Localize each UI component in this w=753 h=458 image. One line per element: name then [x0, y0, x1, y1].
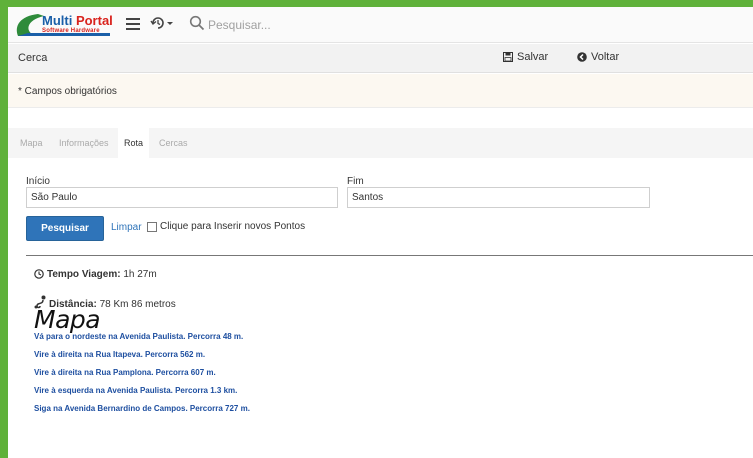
menu-icon[interactable] [126, 18, 140, 30]
start-input[interactable] [26, 187, 338, 208]
search-icon[interactable] [189, 15, 205, 31]
start-label: Início [26, 176, 50, 187]
route-step[interactable]: Vire à esquerda na Avenida Paulista. Per… [34, 386, 250, 404]
logo-title: Multi Portal [42, 13, 113, 28]
page-title: Cerca [18, 52, 48, 64]
end-label: Fim [347, 176, 364, 187]
search-button[interactable]: Pesquisar [26, 216, 104, 241]
logo-tagline: Software Hardware [42, 28, 100, 34]
window-frame-left [0, 0, 8, 458]
travel-time: Tempo Viagem: 1h 27m [34, 269, 157, 280]
insert-points-label: Clique para Inserir novos Pontos [160, 221, 306, 232]
route-step[interactable]: Vá para o nordeste na Avenida Paulista. … [34, 332, 250, 350]
required-fields-alert: * Campos obrigatórios [8, 74, 753, 108]
tab-bar: Mapa Informações Rota Cercas [8, 128, 753, 158]
alert-text: * Campos obrigatórios [18, 86, 117, 97]
tab-cercas[interactable]: Cercas [159, 128, 188, 158]
end-input[interactable] [347, 187, 650, 208]
top-navbar: Multi Portal Software Hardware [8, 7, 753, 43]
tab-rota[interactable]: Rota [118, 128, 150, 158]
window-frame-top [0, 0, 753, 7]
route-step[interactable]: Siga na Avenida Bernardino de Campos. Pe… [34, 404, 250, 422]
map-heading: Mapa [34, 305, 101, 334]
route-step[interactable]: Vire à direita na Rua Pamplona. Percorra… [34, 368, 250, 386]
tab-informacoes[interactable]: Informações [59, 128, 109, 158]
search-input[interactable] [208, 16, 408, 34]
save-button[interactable]: Salvar [503, 51, 548, 63]
multi-portal-logo[interactable]: Multi Portal Software Hardware [14, 12, 114, 38]
floppy-disk-icon [503, 52, 513, 62]
insert-points-checkbox[interactable] [147, 222, 157, 232]
page-titlebar: Cerca Salvar Voltar [8, 44, 753, 73]
section-divider [26, 255, 753, 256]
tab-mapa[interactable]: Mapa [20, 128, 43, 158]
clear-link[interactable]: Limpar [111, 222, 142, 233]
route-step[interactable]: Vire à direita na Rua Itapeva. Percorra … [34, 350, 250, 368]
route-steps-list: Vá para o nordeste na Avenida Paulista. … [34, 332, 250, 422]
back-button[interactable]: Voltar [577, 51, 619, 63]
history-icon[interactable] [150, 15, 174, 34]
clock-icon [34, 269, 44, 279]
circle-arrow-left-icon [577, 52, 587, 62]
